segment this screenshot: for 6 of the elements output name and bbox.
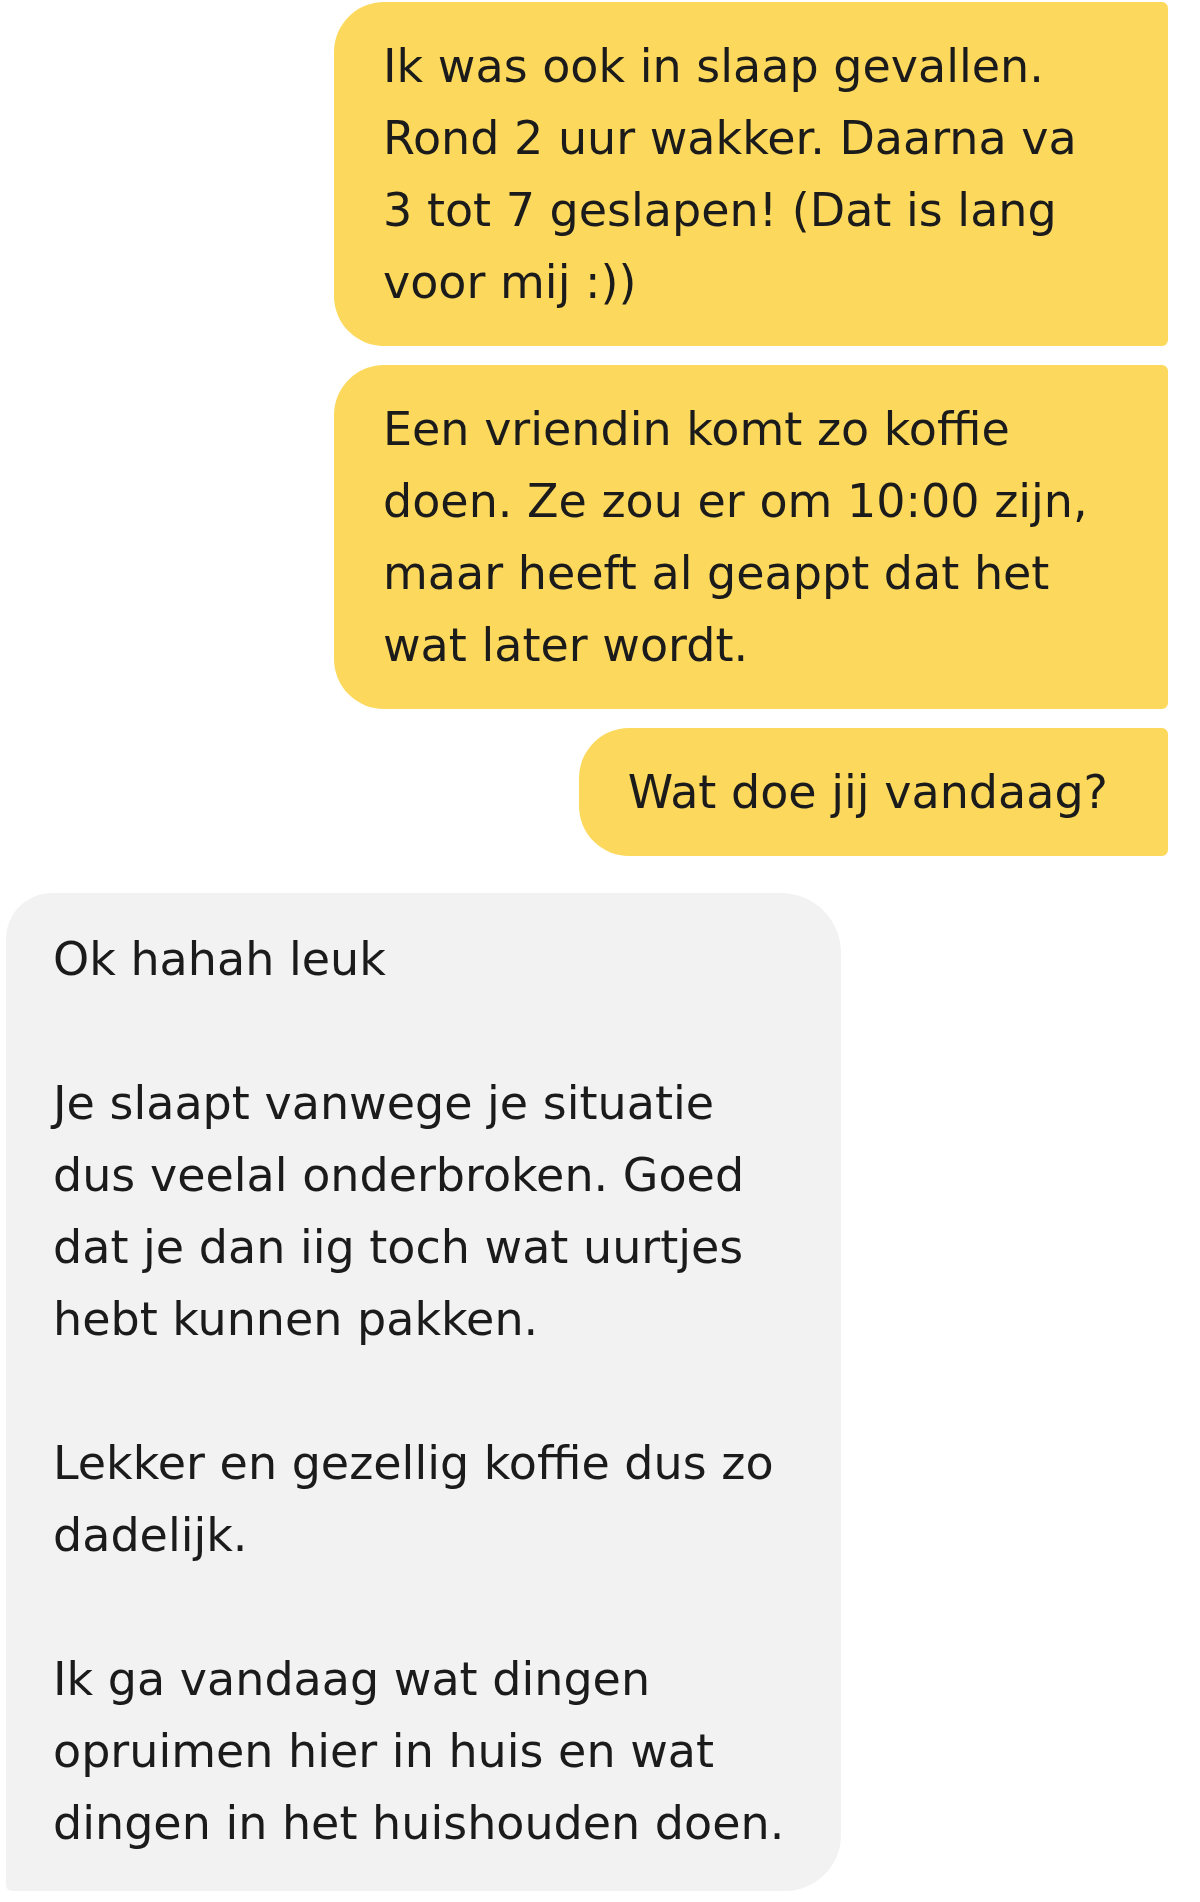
message-text: Lekker en gezellig koffie dus zo dadelijk. [53,1435,775,1564]
message-text: Wat doe jij vandaag? [627,764,1108,821]
message-text: Ok hahah leuk [53,931,387,988]
message-text: Ik ga vandaag wat dingen opruimen hier in huis en wat dingen in het huishouden doen. [53,1651,786,1852]
message-text: Een vriendin komt zo koffie doen. Ze zou er om 10:00 zijn, maar heeft al geappt dat het wat later wordt. [383,401,1089,674]
message-text: Ik was ook in slaap gevallen. Rond 2 uur wakker. Daarna va 3 tot 7 geslapen! (Dat is lang voor mij :)) [383,38,1078,311]
